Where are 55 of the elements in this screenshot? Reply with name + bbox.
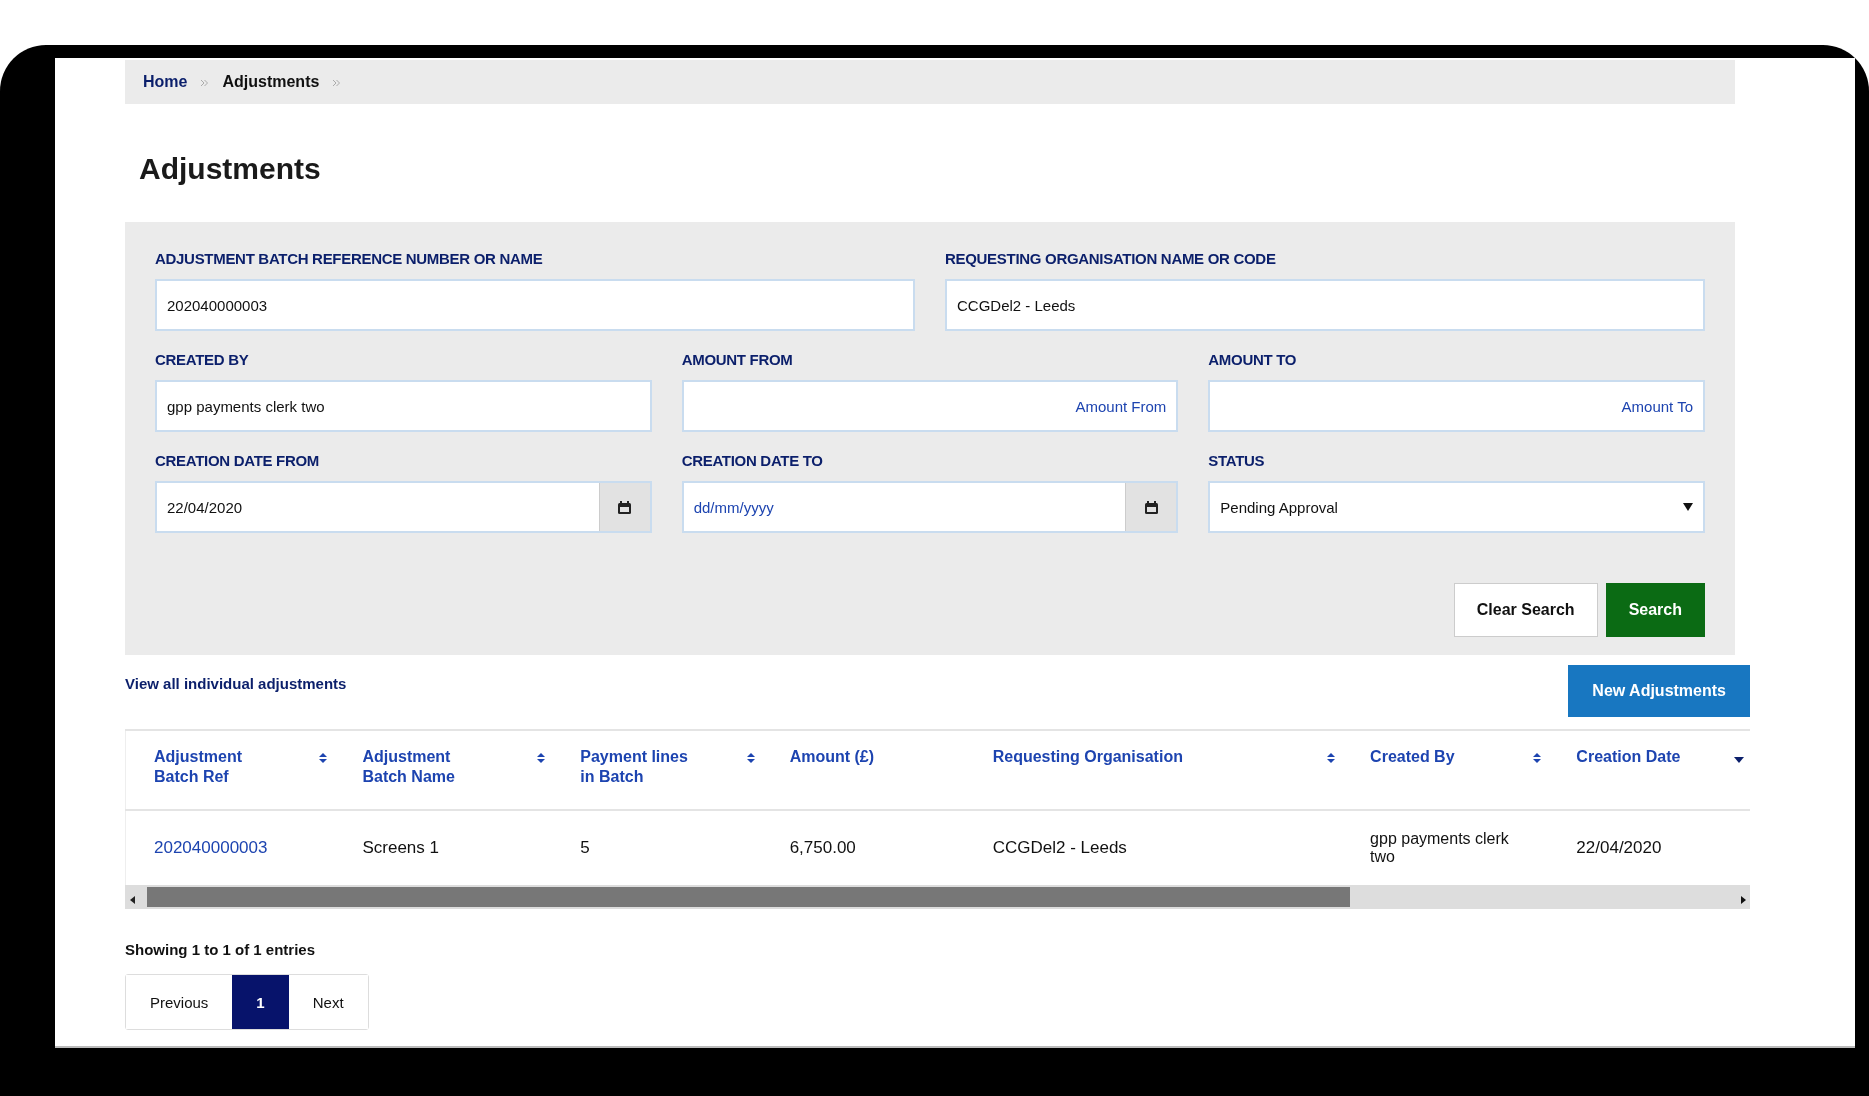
- calendar-button[interactable]: [598, 483, 650, 531]
- scroll-left-icon[interactable]: [129, 895, 135, 904]
- field-label: STATUS: [1208, 452, 1266, 469]
- table-cell: CCGDel2 - Leeds: [992, 838, 1127, 857]
- amount-field[interactable]: Amount To: [1208, 380, 1705, 432]
- table-cell-text: gpp payments clerk two: [1370, 829, 1510, 866]
- field-label: CREATED BY: [155, 351, 250, 368]
- page-title: Adjustments: [139, 152, 322, 186]
- new-adjustments-button[interactable]: New Adjustments: [1568, 665, 1750, 717]
- chevron-icon: [333, 80, 341, 86]
- field-label: CREATION DATE TO: [681, 452, 824, 469]
- sort-icon[interactable]: [1326, 752, 1337, 764]
- text-field[interactable]: 202040000003: [155, 279, 915, 331]
- field-label: AMOUNT TO: [1208, 351, 1298, 368]
- table-cell: 5: [580, 838, 590, 857]
- column-header[interactable]: Payment lines in Batch: [580, 747, 706, 787]
- column-header[interactable]: Adjustment Batch Ref: [154, 747, 279, 787]
- amount-field[interactable]: Amount From: [681, 380, 1179, 432]
- text-field[interactable]: CCGDel2 - Leeds: [945, 279, 1705, 331]
- breadcrumb-link[interactable]: Adjustments: [222, 73, 320, 91]
- view-all-link[interactable]: View all individual adjustments: [125, 675, 347, 692]
- chevron-icon: [201, 80, 209, 86]
- field-label: ADJUSTMENT BATCH REFERENCE NUMBER OR NAME: [155, 250, 544, 267]
- table-cell: 6,750.00: [789, 838, 856, 857]
- date-field[interactable]: dd/mm/yyyy: [681, 481, 1179, 533]
- caret-icon: [1683, 503, 1693, 511]
- date-field[interactable]: 22/04/2020: [155, 481, 652, 533]
- pagination-button[interactable]: 1: [232, 975, 289, 1029]
- column-header[interactable]: Amount (£): [789, 747, 875, 767]
- column-header[interactable]: Adjustment Batch Name: [362, 747, 488, 787]
- field-label: CREATION DATE FROM: [155, 452, 321, 469]
- status-dropdown[interactable]: Pending Approval: [1208, 481, 1705, 533]
- table-cell: Screens 1: [362, 838, 439, 857]
- calendar-icon: [618, 500, 632, 514]
- column-header[interactable]: Requesting Organisation: [992, 747, 1183, 767]
- column-header[interactable]: Created By: [1370, 747, 1455, 767]
- calendar-icon: [1144, 500, 1158, 514]
- field-label: REQUESTING ORGANISATION NAME OR CODE: [945, 250, 1277, 267]
- search-button[interactable]: Search: [1605, 583, 1705, 637]
- field-label: AMOUNT FROM: [681, 351, 794, 368]
- sort-icon[interactable]: [1532, 752, 1543, 764]
- text-field[interactable]: gpp payments clerk two: [155, 380, 652, 432]
- sort-icon[interactable]: [536, 752, 547, 764]
- column-header[interactable]: Creation Date: [1576, 747, 1681, 767]
- calendar-button[interactable]: [1125, 483, 1177, 531]
- breadcrumb-link[interactable]: Home: [143, 73, 188, 91]
- sort-icon[interactable]: [318, 752, 329, 764]
- batch-ref-link[interactable]: 202040000003: [154, 838, 268, 857]
- sort-descending-icon[interactable]: [1734, 756, 1744, 764]
- clear-search-button[interactable]: Clear Search: [1453, 583, 1598, 637]
- scroll-right-icon[interactable]: [1740, 895, 1746, 904]
- table-cell: 22/04/2020: [1576, 838, 1662, 857]
- horizontal-scrollbar[interactable]: [125, 885, 1750, 909]
- entries-info: Showing 1 to 1 of 1 entries: [125, 941, 317, 958]
- sort-icon[interactable]: [745, 752, 756, 764]
